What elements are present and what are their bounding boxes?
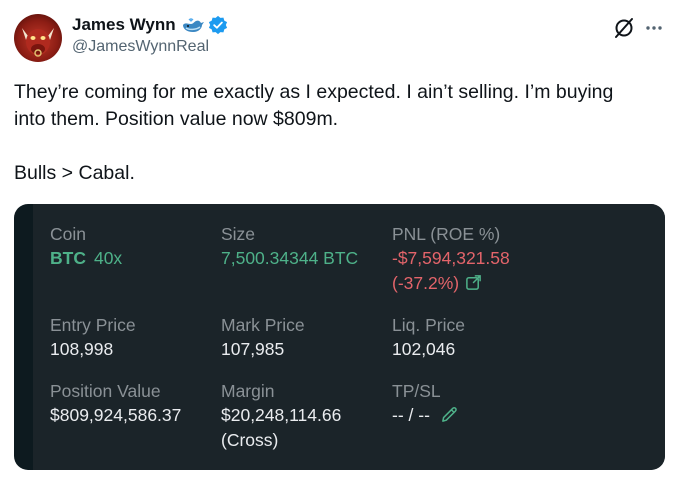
- tpsl-label: TP/SL: [392, 381, 441, 401]
- tweet-line: Bulls > Cabal.: [14, 162, 135, 184]
- pnl-label: PNL (ROE %): [392, 224, 501, 244]
- entry-price-label: Entry Price: [50, 315, 136, 335]
- coin-value: BTC 40x: [50, 248, 122, 269]
- coin-symbol: BTC: [50, 248, 86, 268]
- external-link-icon[interactable]: [465, 274, 482, 291]
- verified-badge-icon: [208, 15, 227, 35]
- roe-text: (-37.2%): [392, 273, 460, 293]
- coin-label: Coin: [50, 224, 86, 244]
- liq-price-label: Liq. Price: [392, 315, 465, 335]
- grok-icon[interactable]: [612, 16, 636, 40]
- avatar[interactable]: [14, 14, 62, 62]
- leverage: 40x: [93, 248, 123, 268]
- margin-label: Margin: [221, 381, 275, 401]
- size-value: 7,500.34344 BTC: [221, 248, 359, 268]
- tweet-line: into them. Position value now $809m.: [14, 108, 339, 130]
- position-value: $809,924,586.37: [50, 405, 182, 425]
- margin-value: $20,248,114.66: [221, 405, 342, 425]
- tpsl-value: -- / --: [392, 405, 459, 426]
- pnl-value: -$7,594,321.58: [392, 248, 510, 268]
- tweet-line: They’re coming for me exactly as I expec…: [14, 81, 614, 103]
- pencil-icon[interactable]: [440, 405, 459, 424]
- tweet-text: They’re coming for me exactly as I expec…: [14, 79, 664, 187]
- position-value-label: Position Value: [50, 381, 161, 401]
- more-icon[interactable]: [644, 18, 664, 38]
- whale-icon: [182, 18, 204, 32]
- mark-price-value: 107,985: [221, 339, 285, 359]
- liq-price-value: 102,046: [392, 339, 456, 359]
- author-handle[interactable]: @JamesWynnReal: [72, 38, 209, 56]
- size-label: Size: [221, 224, 256, 244]
- roe-value: (-37.2%): [392, 273, 482, 294]
- position-card-image[interactable]: Coin BTC 40x Size 7,500.34344 BTC PNL (RO…: [14, 204, 665, 470]
- mark-price-label: Mark Price: [221, 315, 305, 335]
- margin-mode: (Cross): [221, 430, 279, 450]
- tpsl-text: -- / --: [392, 405, 430, 425]
- position-panel: Coin BTC 40x Size 7,500.34344 BTC PNL (RO…: [33, 204, 665, 470]
- entry-price-value: 108,998: [50, 339, 114, 359]
- author-name[interactable]: James Wynn: [72, 15, 176, 35]
